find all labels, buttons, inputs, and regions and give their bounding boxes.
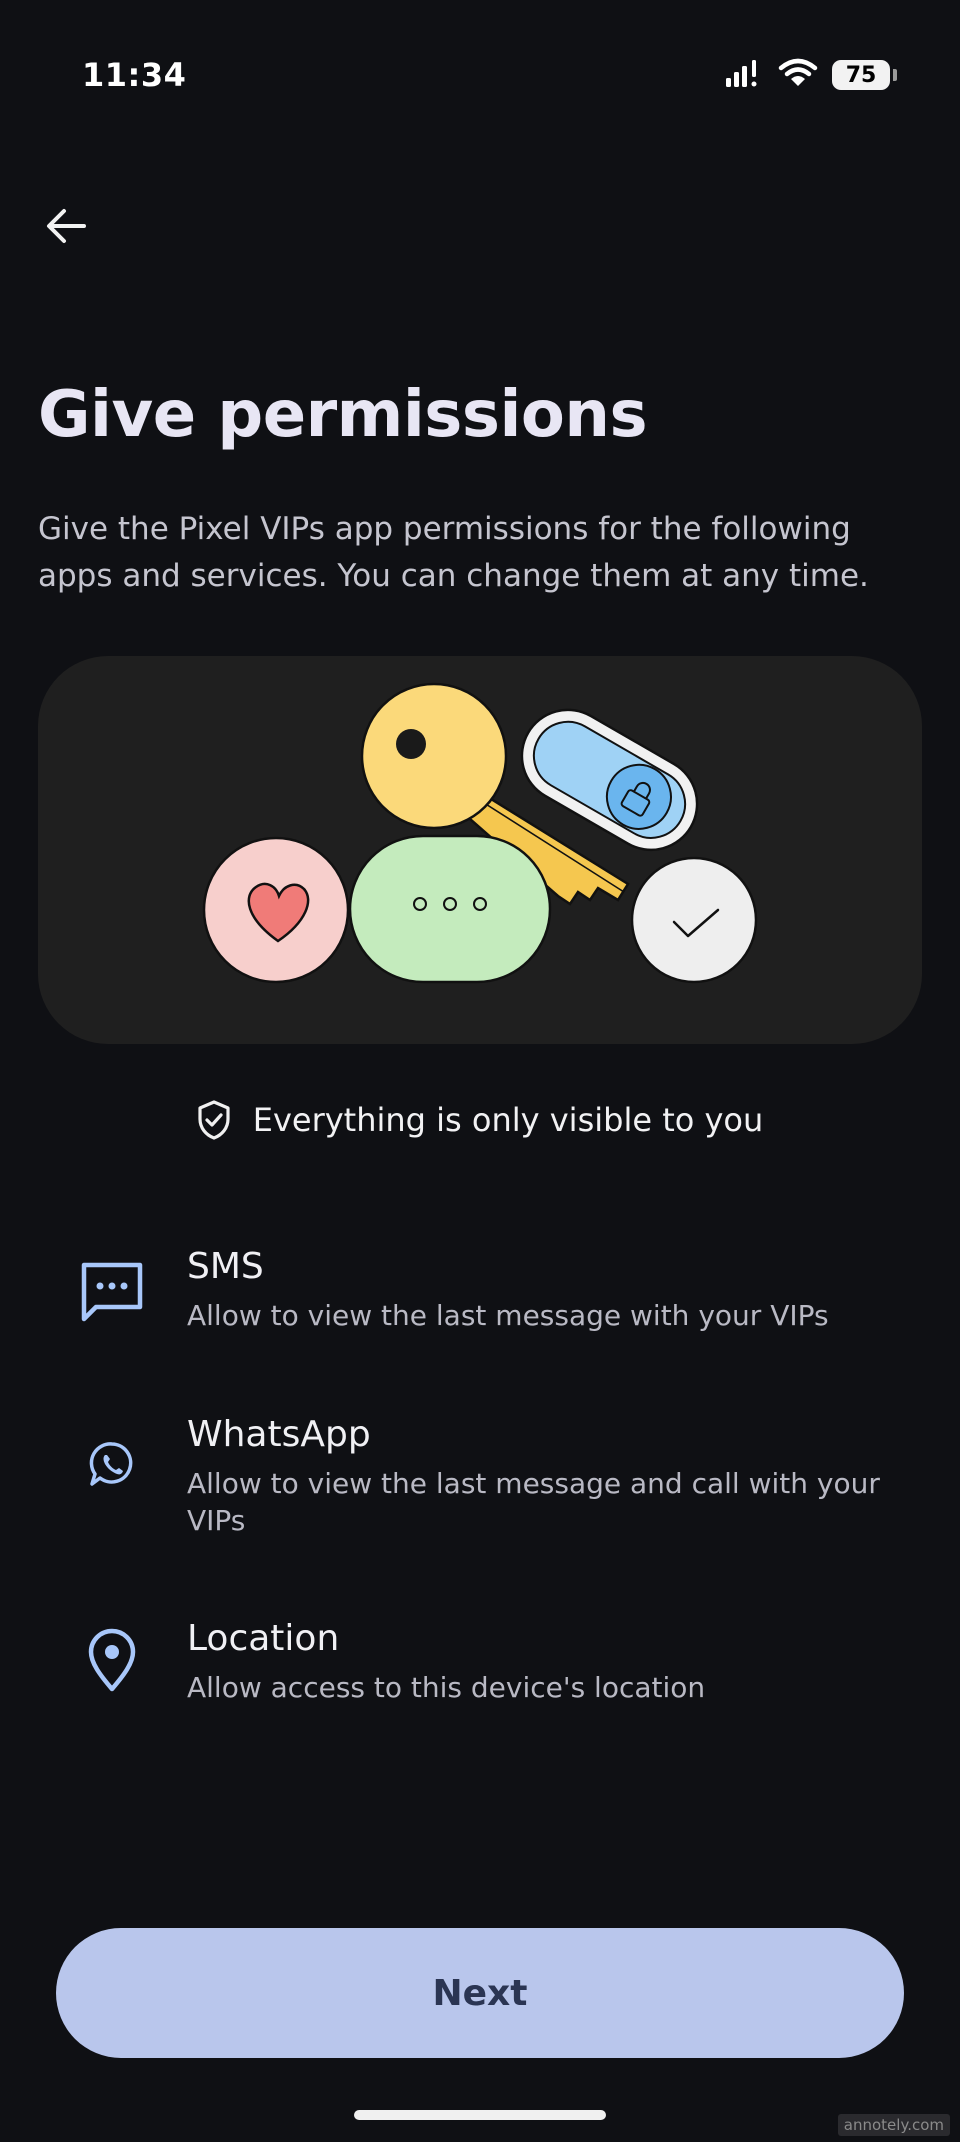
next-button[interactable]: Next bbox=[56, 1928, 904, 2058]
status-time: 11:34 bbox=[82, 56, 187, 94]
sms-icon bbox=[76, 1256, 148, 1328]
back-button[interactable] bbox=[40, 200, 92, 252]
check-bubble-illustration bbox=[630, 856, 758, 984]
watermark-logo: annotely.com bbox=[837, 2114, 950, 2136]
privacy-note: Everything is only visible to you bbox=[0, 1100, 960, 1140]
permissions-screen: 11:34 75 Give permissions Give the Pixel… bbox=[0, 0, 960, 2142]
permission-title: WhatsApp bbox=[187, 1414, 371, 1455]
page-subtitle: Give the Pixel VIPs app permissions for … bbox=[38, 511, 869, 594]
privacy-note-text: Everything is only visible to you bbox=[252, 1101, 764, 1139]
whatsapp-icon bbox=[76, 1428, 148, 1500]
permission-description: Allow access to this device's location bbox=[187, 1671, 706, 1704]
home-indicator[interactable] bbox=[354, 2110, 606, 2120]
permissions-illustration bbox=[202, 682, 758, 984]
permission-description: Allow to view the last message and call … bbox=[187, 1467, 880, 1537]
location-pin-icon bbox=[76, 1624, 148, 1696]
battery-icon: 75 bbox=[832, 60, 897, 90]
wifi-icon bbox=[778, 58, 818, 92]
signal-icon bbox=[724, 58, 764, 92]
permission-title: Location bbox=[187, 1618, 340, 1659]
page-title: Give permissions bbox=[38, 378, 648, 452]
battery-level: 75 bbox=[845, 62, 877, 88]
heart-bubble-illustration bbox=[202, 836, 350, 984]
permission-title: SMS bbox=[187, 1246, 264, 1287]
arrow-left-icon bbox=[47, 209, 86, 243]
illustration-card bbox=[38, 656, 922, 1044]
status-icons: 75 bbox=[724, 58, 897, 92]
message-bubble-illustration bbox=[348, 834, 552, 984]
permission-description: Allow to view the last message with your… bbox=[187, 1299, 829, 1332]
shield-check-icon bbox=[198, 1100, 230, 1140]
